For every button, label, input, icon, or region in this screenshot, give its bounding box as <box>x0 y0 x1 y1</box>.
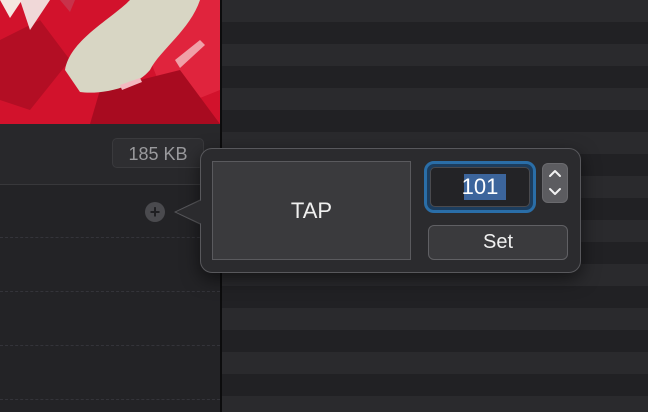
bpm-stepper[interactable] <box>542 163 568 203</box>
add-icon[interactable]: + <box>145 202 165 222</box>
bpm-value: 101 <box>461 174 499 199</box>
chevron-up-icon[interactable] <box>543 164 567 183</box>
file-size-badge: 185 KB <box>112 138 204 168</box>
bpm-input[interactable]: 101 <box>430 167 530 207</box>
bpm-input-focus-ring: 101 <box>424 161 536 213</box>
set-button[interactable]: Set <box>428 225 568 260</box>
file-info-bar: 185 KB <box>0 124 220 185</box>
tap-tempo-button[interactable]: TAP <box>212 161 411 260</box>
album-artwork <box>0 0 220 124</box>
list-row-divider <box>0 291 220 292</box>
chevron-down-icon[interactable] <box>543 183 567 202</box>
list-row-divider <box>0 399 220 400</box>
list-row-divider <box>0 345 220 346</box>
popover-arrow-fill <box>176 200 202 224</box>
app-window: 185 KB + TAP 101 Set <box>0 0 648 412</box>
list-row-divider <box>0 237 220 238</box>
